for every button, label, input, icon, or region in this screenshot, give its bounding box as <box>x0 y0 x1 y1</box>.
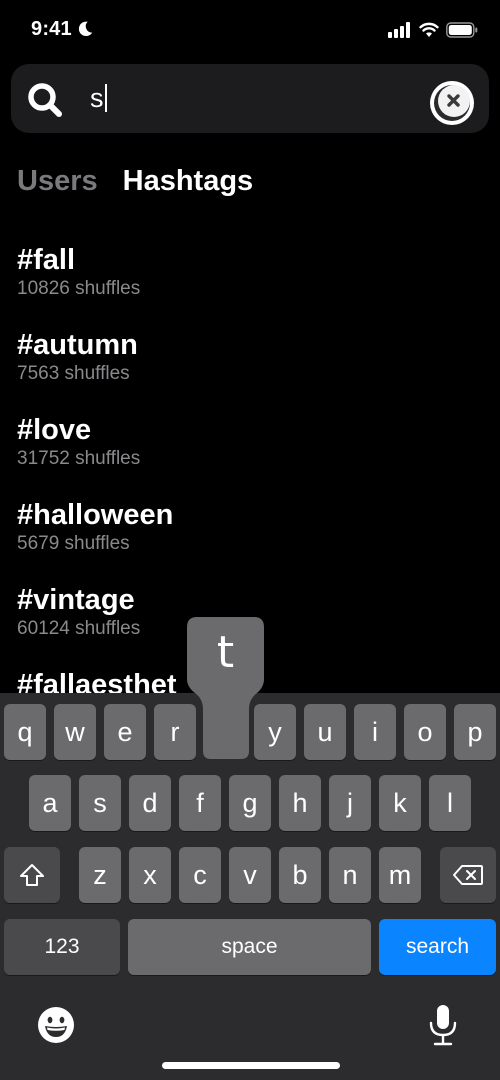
search-bar: s <box>11 64 489 133</box>
key-n[interactable]: n <box>329 847 371 903</box>
key-o[interactable]: o <box>404 704 446 760</box>
key-p[interactable]: p <box>454 704 496 760</box>
key-i[interactable]: i <box>354 704 396 760</box>
hashtag-name: #halloween <box>17 499 174 531</box>
moon-icon <box>78 21 93 37</box>
key-k[interactable]: k <box>379 775 421 831</box>
hashtag-name: #love <box>17 414 92 446</box>
hashtag-result-item[interactable]: #halloween 5679 shuffles <box>17 495 487 580</box>
key-b[interactable]: b <box>279 847 321 903</box>
key-c[interactable]: c <box>179 847 221 903</box>
backspace-icon <box>453 865 483 885</box>
shift-icon <box>20 864 44 886</box>
key-s[interactable]: s <box>79 775 121 831</box>
key-h[interactable]: h <box>279 775 321 831</box>
hashtag-count: 31752 shuffles <box>17 448 141 469</box>
key-e[interactable]: e <box>104 704 146 760</box>
key-g[interactable]: g <box>229 775 271 831</box>
key-v[interactable]: v <box>229 847 271 903</box>
key-f[interactable]: f <box>179 775 221 831</box>
search-input-value: s <box>90 82 104 113</box>
search-key[interactable]: search <box>379 919 496 975</box>
key-t-popup[interactable]: t <box>187 617 264 760</box>
numbers-key[interactable]: 123 <box>4 919 120 975</box>
search-icon <box>28 83 62 117</box>
tab-users[interactable]: Users <box>17 165 98 198</box>
key-l[interactable]: l <box>429 775 471 831</box>
hashtag-result-item[interactable]: #love 31752 shuffles <box>17 410 487 495</box>
key-w[interactable]: w <box>54 704 96 760</box>
battery-icon <box>446 22 478 38</box>
home-indicator <box>162 1062 340 1069</box>
hashtag-name: #autumn <box>17 329 138 361</box>
hashtag-name: #vintage <box>17 584 135 616</box>
status-bar: 9:41 <box>0 0 500 62</box>
delete-key[interactable] <box>440 847 496 903</box>
key-a[interactable]: a <box>29 775 71 831</box>
key-x[interactable]: x <box>129 847 171 903</box>
search-tabs: Users Hashtags <box>17 165 253 198</box>
hashtag-count: 5679 shuffles <box>17 533 130 554</box>
shift-key[interactable] <box>4 847 60 903</box>
signal-icon <box>388 22 410 38</box>
search-input[interactable]: s <box>90 78 420 118</box>
clear-icon[interactable] <box>429 80 475 126</box>
key-t: t <box>216 627 235 678</box>
key-m[interactable]: m <box>379 847 421 903</box>
hashtag-result-item[interactable]: #autumn 7563 shuffles <box>17 325 487 410</box>
tab-hashtags[interactable]: Hashtags <box>123 165 254 198</box>
status-time: 9:41 <box>31 18 72 40</box>
status-icons <box>388 22 478 38</box>
key-z[interactable]: z <box>79 847 121 903</box>
space-key[interactable]: space <box>128 919 371 975</box>
hashtag-count: 10826 shuffles <box>17 278 141 299</box>
hashtag-name: #fall <box>17 244 76 276</box>
wifi-icon <box>419 22 439 37</box>
key-d[interactable]: d <box>129 775 171 831</box>
key-j[interactable]: j <box>329 775 371 831</box>
emoji-icon[interactable] <box>37 1006 75 1044</box>
microphone-icon[interactable] <box>428 1004 458 1046</box>
key-u[interactable]: u <box>304 704 346 760</box>
text-caret <box>104 84 107 112</box>
hashtag-result-item[interactable]: #fall 10826 shuffles <box>17 240 487 325</box>
key-q[interactable]: q <box>4 704 46 760</box>
hashtag-count: 7563 shuffles <box>17 363 130 384</box>
